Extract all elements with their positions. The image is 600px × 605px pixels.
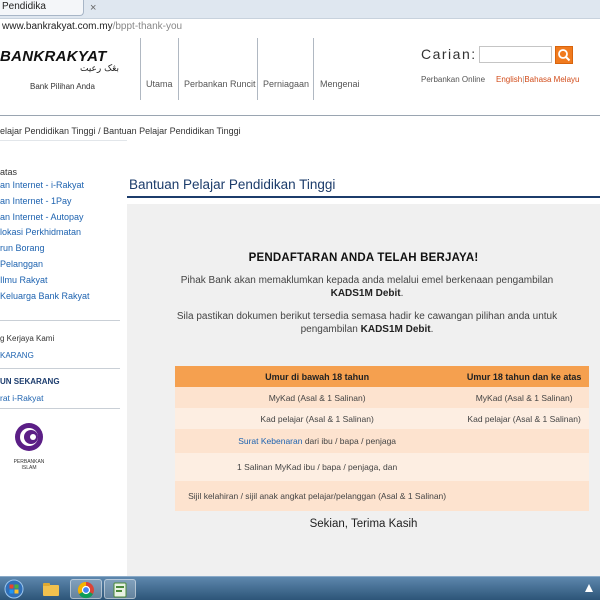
table-cell: MyKad (Asal & 1 Salinan): [459, 387, 589, 408]
table-cell: Kad pelajar (Asal & 1 Salinan): [175, 408, 460, 429]
sidebar-item-1pay[interactable]: an Internet - 1Pay: [0, 196, 72, 206]
folder-icon: [43, 583, 59, 596]
nav-divider: [140, 38, 141, 100]
islamic-banking-emblem-icon: [15, 423, 43, 451]
surat-kebenaran-link[interactable]: Surat Kebenaran: [238, 436, 302, 446]
browser-tab[interactable]: Pendidika: [0, 0, 84, 16]
nav-utama[interactable]: Utama: [146, 79, 173, 89]
sidebar: atas an Internet - i-Rakyat an Internet …: [0, 140, 127, 576]
online-banking-link[interactable]: Perbankan Online: [421, 75, 485, 84]
page-title: Bantuan Pelajar Pendidikan Tinggi: [129, 177, 336, 192]
sidebar-divider: [0, 320, 120, 321]
partner-caption: PERBANKAN ISLAM: [13, 459, 45, 471]
taskbar-explorer[interactable]: [36, 579, 68, 599]
chrome-icon: [77, 581, 94, 599]
nav-perniagaan[interactable]: Perniagaan: [263, 79, 309, 89]
perbankan-islam-logo[interactable]: PERBANKAN ISLAM: [12, 420, 46, 471]
taskbar-chrome[interactable]: [70, 579, 102, 599]
documents-table: Umur di bawah 18 tahun Umur 18 tahun dan…: [175, 366, 589, 511]
document-app-icon: [113, 582, 127, 598]
sidebar-item-autopay[interactable]: an Internet - Autopay: [0, 212, 84, 222]
taskbar-app[interactable]: [104, 579, 136, 599]
table-header: Umur di bawah 18 tahun: [175, 366, 460, 387]
table-cell: [459, 481, 589, 511]
close-tab-icon[interactable]: ×: [90, 2, 96, 14]
search-icon: [558, 49, 571, 62]
nav-divider: [313, 38, 314, 100]
nav-divider: [178, 38, 179, 100]
apply-link[interactable]: rat i-Rakyat: [0, 393, 43, 403]
sidebar-item-keluarga[interactable]: Keluarga Bank Rakyat: [0, 291, 90, 301]
nav-mengenai[interactable]: Mengenai: [320, 79, 360, 89]
sidebar-item-lokasi[interactable]: lokasi Perkhidmatan: [0, 227, 81, 237]
career-link[interactable]: KARANG: [0, 351, 34, 360]
table-header: Umur 18 tahun dan ke atas: [459, 366, 589, 387]
site-header: BANKRAKYAT بڠک رعيت Bank Pilihan Anda Ut…: [0, 34, 600, 116]
sidebar-divider: [0, 368, 120, 369]
language-switch: English|Bahasa Melayu: [496, 75, 579, 84]
search-label: Carian:: [421, 46, 477, 62]
table-cell: Kad pelajar (Asal & 1 Salinan): [459, 408, 589, 429]
main-content: Bantuan Pelajar Pendidikan Tinggi PENDAF…: [127, 140, 600, 576]
sidebar-section-head: atas: [0, 167, 18, 177]
table-row: Sijil kelahiran / sijil anak angkat pela…: [175, 481, 589, 511]
search-input[interactable]: [479, 46, 552, 63]
taskbar: [0, 576, 600, 600]
lang-english[interactable]: English: [496, 75, 522, 84]
success-heading: PENDAFTARAN ANDA TELAH BERJAYA!: [248, 252, 479, 264]
sidebar-item-borang[interactable]: run Borang: [0, 243, 45, 253]
table-cell: [459, 429, 589, 453]
browser-chrome: Pendidika × www.bankrakyat.com.my/bppt-t…: [0, 0, 600, 34]
table-cell: 1 Salinan MyKad ibu / bapa / penjaga, da…: [175, 453, 460, 481]
notification-flag-icon[interactable]: [584, 583, 594, 593]
table-cell: Sijil kelahiran / sijil anak angkat pela…: [175, 481, 460, 511]
nav-perbankan-runcit[interactable]: Perbankan Runcit: [184, 79, 256, 89]
windows-start-icon: [4, 579, 24, 599]
table-row: MyKad (Asal & 1 Salinan) MyKad (Asal & 1…: [175, 387, 589, 408]
sidebar-item-irakyat[interactable]: an Internet - i-Rakyat: [0, 180, 84, 190]
bank-logo[interactable]: BANKRAKYAT: [0, 48, 107, 65]
sidebar-item-pelanggan[interactable]: Pelanggan: [0, 259, 43, 269]
address-bar[interactable]: www.bankrakyat.com.my/bppt-thank-you: [0, 18, 600, 34]
table-cell: MyKad (Asal & 1 Salinan): [175, 387, 460, 408]
table-cell: Surat Kebenaran dari ibu / bapa / penjag…: [175, 429, 460, 453]
documents-paragraph: Sila pastikan dokumen berikut tersedia s…: [176, 311, 558, 335]
apply-head: UN SEKARANG: [0, 377, 60, 386]
tagline: Bank Pilihan Anda: [30, 82, 95, 91]
logo-jawi-text: بڠک رعيت: [80, 64, 120, 74]
lang-bahasa-melayu[interactable]: Bahasa Melayu: [524, 75, 579, 84]
career-text: g Kerjaya Kami: [0, 334, 55, 343]
nav-divider: [257, 38, 258, 100]
table-row: Kad pelajar (Asal & 1 Salinan) Kad pelaj…: [175, 408, 589, 429]
search-button[interactable]: [555, 46, 573, 64]
table-cell: [459, 453, 589, 481]
table-row: Surat Kebenaran dari ibu / bapa / penjag…: [175, 429, 589, 453]
notification-paragraph: Pihak Bank akan memaklumkan kepada anda …: [180, 275, 554, 299]
start-button[interactable]: [2, 579, 34, 599]
breadcrumb: elajar Pendidikan Tinggi / Bantuan Pelaj…: [0, 126, 241, 136]
title-rule: [127, 196, 600, 198]
sidebar-item-ilmu-rakyat[interactable]: Ilmu Rakyat: [0, 275, 48, 285]
table-row: 1 Salinan MyKad ibu / bapa / penjaga, da…: [175, 453, 589, 481]
closing-text: Sekian, Terima Kasih: [309, 518, 418, 530]
sidebar-divider: [0, 408, 120, 409]
